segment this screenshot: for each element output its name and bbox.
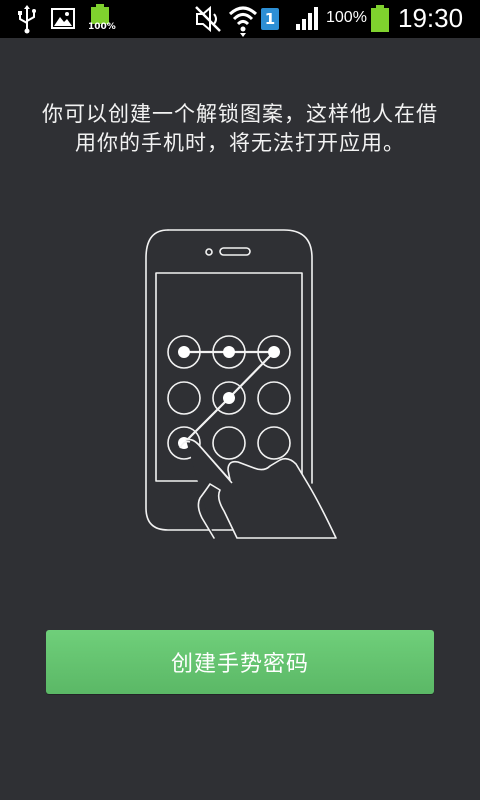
battery-icon xyxy=(89,0,111,38)
status-bar: 100% 1 100% 19:30 xyxy=(0,0,480,38)
battery-icon xyxy=(369,0,391,38)
speaker-icon xyxy=(219,247,251,256)
lock-pattern-description: 你可以创建一个解锁图案，这样他人在借用你的手机时，将无法打开应用。 xyxy=(42,102,438,155)
phone-pattern-illustration xyxy=(140,228,340,543)
phone-screen xyxy=(155,272,303,482)
clock: 19:30 xyxy=(398,3,464,33)
wifi-icon xyxy=(228,0,258,38)
screen: 100% 1 100% 19:30 你可以创建一个解锁图案，这样他人在借用你的手… xyxy=(0,0,480,800)
hand-icon xyxy=(185,438,337,539)
mute-icon xyxy=(193,0,223,38)
battery-percent: 100% xyxy=(326,9,367,26)
usb-icon xyxy=(14,0,40,38)
sim-icon: 1 xyxy=(261,8,279,30)
image-icon xyxy=(50,0,76,38)
battery-small-label: 100% xyxy=(88,22,116,32)
create-pattern-button[interactable]: 创建手势密码 xyxy=(46,630,434,694)
camera-icon xyxy=(205,248,213,256)
signal-icon xyxy=(294,0,322,38)
